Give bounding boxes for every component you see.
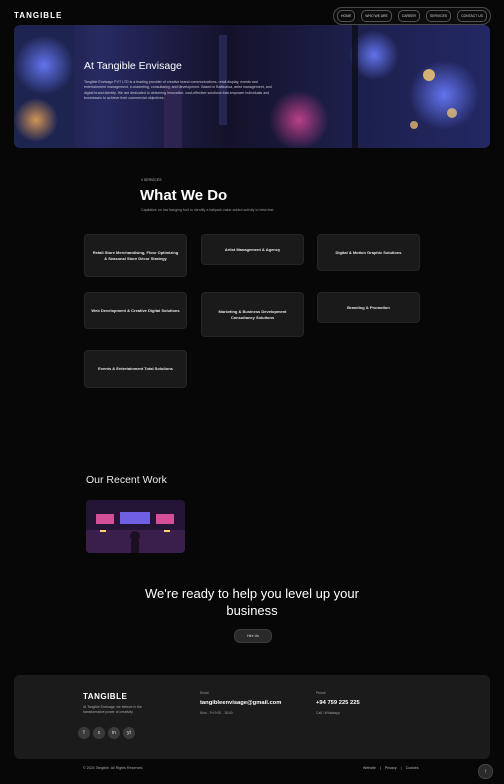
services-title: What We Do <box>140 187 228 204</box>
service-card-marketing[interactable]: Marketing & Business Development Consult… <box>201 292 304 337</box>
hire-us-button[interactable]: Hire Us <box>234 629 272 643</box>
nav-who-we-are[interactable]: WHO WE ARE <box>361 10 392 22</box>
email-note: Mon - Fri 9:00 - 18:00 <box>200 711 233 715</box>
services-subtitle: Capitalize on low hanging fruit to ident… <box>141 208 275 212</box>
phone-label: Phone <box>316 691 326 695</box>
email-label: Email <box>200 691 209 695</box>
recent-work-title: Our Recent Work <box>86 474 167 486</box>
footer-link-cookies[interactable]: Cookies <box>406 766 419 770</box>
email-value[interactable]: tangibleenvisage@gmail.com <box>200 700 281 706</box>
footer-link-separator: | <box>379 766 381 770</box>
youtube-icon[interactable]: yt <box>123 727 135 739</box>
main-nav: HOME WHO WE ARE CAREER SERVICES CONTACT … <box>333 7 491 25</box>
service-card-digital[interactable]: Digital & Motion Graphic Solutions <box>317 234 420 271</box>
service-card-retail[interactable]: Retail Store Merchandising, Floor Optimi… <box>84 234 187 277</box>
service-card-branding[interactable]: Branding & Promotion <box>317 292 420 323</box>
linkedin-icon[interactable]: in <box>108 727 120 739</box>
footer-link-privacy[interactable]: Privacy <box>385 766 397 770</box>
services-eyebrow: // SERVICES <box>141 178 162 182</box>
service-card-artist[interactable]: Artist Management & Agency <box>201 234 304 265</box>
service-card-web[interactable]: Web Development & Creative Digital Solut… <box>84 292 187 329</box>
scroll-to-top-button[interactable]: ↑ <box>478 764 493 779</box>
site-logo[interactable]: TANGIBLE <box>14 11 62 20</box>
nav-services[interactable]: SERVICES <box>426 10 452 22</box>
hero-description: Tangible Envisage PVT LTD is a leading p… <box>84 80 272 101</box>
footer-link-website[interactable]: Website <box>363 766 376 770</box>
arrow-up-icon: ↑ <box>484 768 487 775</box>
recent-work-image <box>86 500 185 553</box>
footer-description: At Tangible Envisage, we believe in the … <box>83 705 142 714</box>
nav-contact-us[interactable]: CONTACT US <box>457 10 487 22</box>
cta-heading: We're ready to help you level up your bu… <box>145 586 359 618</box>
hero-title: At Tangible Envisage <box>84 60 182 72</box>
recent-work-thumbnail[interactable] <box>86 500 185 553</box>
footer-logo[interactable]: TANGIBLE <box>83 692 127 701</box>
nav-career[interactable]: CAREER <box>397 10 420 22</box>
footer-link-separator: | <box>400 766 402 770</box>
phone-value[interactable]: +94 759 225 225 <box>316 700 360 706</box>
x-twitter-icon[interactable]: x <box>93 727 105 739</box>
copyright-text: © 2024 Tangible. All Rights Reserved. <box>83 766 144 770</box>
nav-home[interactable]: HOME <box>337 10 356 22</box>
footer-links: Website | Privacy | Cookies <box>363 766 419 770</box>
footer-panel <box>14 675 490 759</box>
facebook-icon[interactable]: f <box>78 727 90 739</box>
phone-note: Call / Whatsapp <box>316 711 340 715</box>
service-card-events[interactable]: Events & Entertainment Total Solutions <box>84 350 187 388</box>
